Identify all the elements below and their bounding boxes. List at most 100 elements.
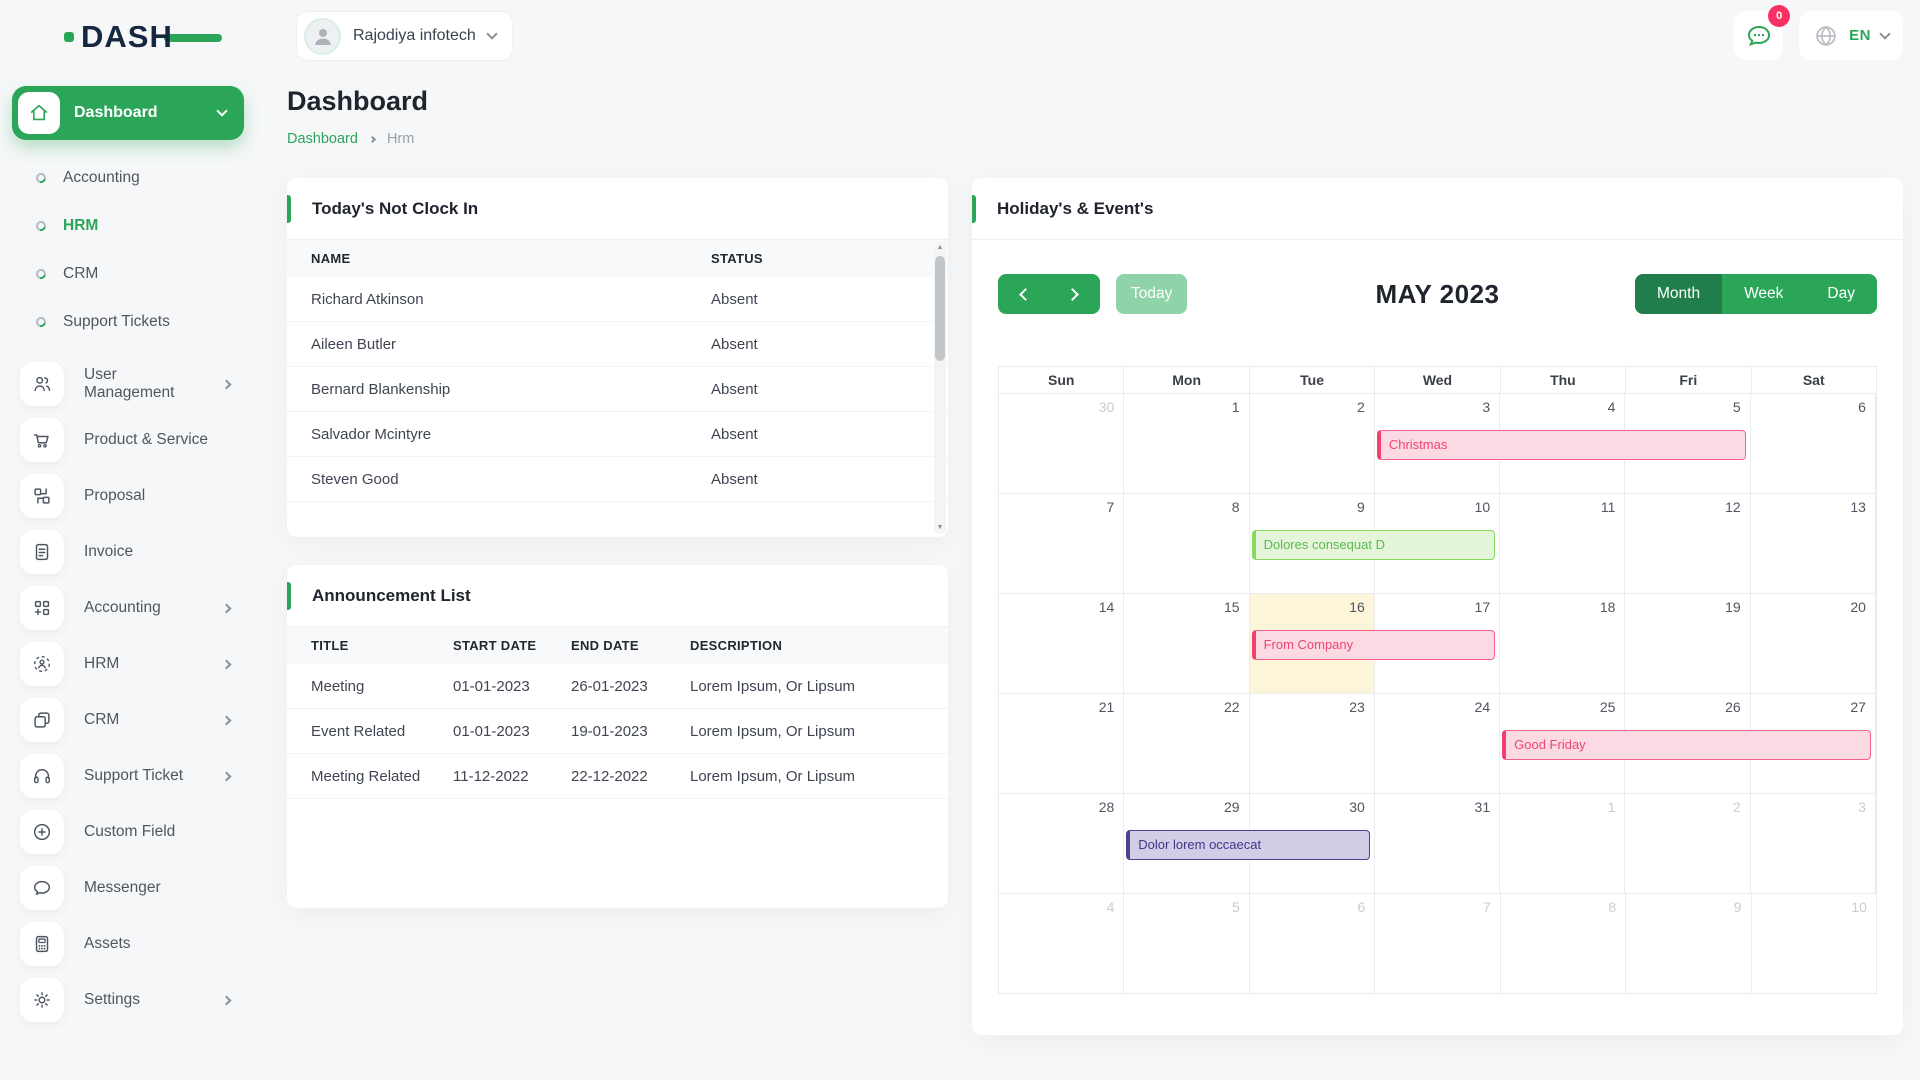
calendar-day-cell[interactable]: 6 — [1751, 394, 1876, 493]
table-row: Meeting Related11-12-202222-12-2022Lorem… — [287, 754, 948, 799]
sidebar-item-support-ticket[interactable]: Support Ticket — [12, 748, 244, 804]
calendar-day-cell[interactable]: 24 — [1375, 694, 1500, 793]
calendar-day-cell[interactable]: 7 — [1375, 894, 1500, 994]
table-row: Richard AtkinsonAbsent — [287, 277, 948, 322]
calendar-day-cell[interactable]: 1 — [1124, 394, 1249, 493]
calendar-day-cell[interactable]: 8 — [1501, 894, 1626, 994]
calendar-day-cell[interactable]: 9 — [1626, 894, 1751, 994]
calendar-event-dolores-consequat-d[interactable]: Dolores consequat D — [1252, 530, 1496, 560]
headset-icon — [20, 754, 64, 798]
app-logo[interactable]: DASH — [64, 17, 173, 57]
sidebar-subitem-accounting[interactable]: Accounting — [12, 154, 244, 202]
day-number: 1 — [1232, 399, 1240, 415]
day-number: 10 — [1851, 899, 1867, 915]
day-number: 14 — [1099, 599, 1115, 615]
calendar-day-cell[interactable]: 31 — [1375, 794, 1500, 893]
scrollbar[interactable]: ▲ ▼ — [934, 242, 946, 534]
calendar-day-cell[interactable]: 20 — [1751, 594, 1876, 693]
next-month-button[interactable] — [1049, 274, 1100, 314]
announcement-card: Announcement List TITLE START DATE END D… — [287, 565, 948, 908]
calendar-day-cell[interactable]: 12 — [1625, 494, 1750, 593]
messages-button[interactable]: 0 — [1734, 11, 1783, 60]
cell-end-date: 22-12-2022 — [571, 768, 690, 785]
day-number: 4 — [1608, 399, 1616, 415]
calendar-event-christmas[interactable]: Christmas — [1377, 430, 1746, 460]
calendar-nav-group — [998, 274, 1100, 314]
calendar-event-from-company[interactable]: From Company — [1252, 630, 1496, 660]
sidebar-item-crm[interactable]: CRM — [12, 692, 244, 748]
invoice-icon — [20, 530, 64, 574]
breadcrumb-dashboard-link[interactable]: Dashboard — [287, 131, 358, 147]
calendar-day-cell[interactable]: 4 — [999, 894, 1124, 994]
prev-month-button[interactable] — [998, 274, 1049, 314]
calendar-day-cell[interactable]: 1 — [1500, 794, 1625, 893]
accent-bar — [287, 195, 291, 223]
sidebar-item-user-management[interactable]: User Management — [12, 356, 244, 412]
calendar-day-cell[interactable]: 21 — [999, 694, 1124, 793]
calendar-day-cell[interactable]: 30 — [999, 394, 1124, 493]
scroll-down-arrow[interactable]: ▼ — [934, 522, 946, 534]
calendar-day-cell[interactable]: 7 — [999, 494, 1124, 593]
day-number: 2 — [1733, 799, 1741, 815]
calendar-day-cell[interactable]: 18 — [1500, 594, 1625, 693]
calendar-day-cell[interactable]: 19 — [1625, 594, 1750, 693]
view-week-button[interactable]: Week — [1722, 274, 1805, 314]
scrollbar-thumb[interactable] — [935, 256, 945, 361]
cell-status: Absent — [711, 336, 948, 353]
day-number: 7 — [1483, 899, 1491, 915]
card-header: Announcement List — [287, 565, 948, 627]
calendar-day-cell[interactable]: 3 — [1751, 794, 1876, 893]
sidebar-item-product-service[interactable]: Product & Service — [12, 412, 244, 468]
cell-description: Lorem Ipsum, Or Lipsum — [690, 678, 948, 695]
sidebar-subitem-hrm[interactable]: HRM — [12, 202, 244, 250]
cell-name: Richard Atkinson — [287, 291, 711, 308]
calendar-day-cell[interactable]: 14 — [999, 594, 1124, 693]
calendar-day-cell[interactable]: 15 — [1124, 594, 1249, 693]
cell-name: Aileen Butler — [287, 336, 711, 353]
calendar-day-cell[interactable]: 8 — [1124, 494, 1249, 593]
calendar-day-cell[interactable]: 13 — [1751, 494, 1876, 593]
sidebar-subitem-crm[interactable]: CRM — [12, 250, 244, 298]
calendar-day-cell[interactable]: 28 — [999, 794, 1124, 893]
view-month-button[interactable]: Month — [1635, 274, 1722, 314]
sidebar-subitem-support-tickets[interactable]: Support Tickets — [12, 298, 244, 346]
sidebar-item-invoice[interactable]: Invoice — [12, 524, 244, 580]
calendar-day-cell[interactable]: 2 — [1250, 394, 1375, 493]
calendar-day-cell[interactable]: 10 — [1752, 894, 1876, 994]
calendar-day-cell[interactable]: 6 — [1250, 894, 1375, 994]
chevron-down-icon — [216, 105, 227, 116]
announcement-body: Meeting01-01-202326-01-2023Lorem Ipsum, … — [287, 664, 948, 799]
sidebar-item-dashboard[interactable]: Dashboard — [12, 86, 244, 140]
day-number: 20 — [1850, 599, 1866, 615]
company-selector[interactable]: Rajodiya infotech — [296, 11, 513, 61]
language-selector[interactable]: EN — [1799, 11, 1903, 60]
sidebar-item-assets[interactable]: Assets — [12, 916, 244, 972]
calendar-event-good-friday[interactable]: Good Friday — [1502, 730, 1871, 760]
globe-icon — [1813, 23, 1839, 49]
calendar-day-cell[interactable]: 5 — [1124, 894, 1249, 994]
table-row: Bernard BlankenshipAbsent — [287, 367, 948, 412]
sidebar-item-settings[interactable]: Settings — [12, 972, 244, 1028]
scroll-up-arrow[interactable]: ▲ — [934, 242, 946, 254]
card-title: Holiday's & Event's — [972, 199, 1153, 219]
table-header: TITLE START DATE END DATE DESCRIPTION — [287, 627, 948, 664]
sidebar-item-messenger[interactable]: Messenger — [12, 860, 244, 916]
calendar-day-cell[interactable]: 2 — [1625, 794, 1750, 893]
sidebar-item-hrm[interactable]: HRM — [12, 636, 244, 692]
calendar-day-cell[interactable]: 23 — [1250, 694, 1375, 793]
sidebar-subitem-label: HRM — [63, 217, 98, 235]
sidebar-item-label: CRM — [84, 711, 203, 729]
sidebar-item-accounting[interactable]: Accounting — [12, 580, 244, 636]
chevron-right-icon — [222, 603, 232, 613]
sidebar-item-proposal[interactable]: Proposal — [12, 468, 244, 524]
today-button[interactable]: Today — [1116, 274, 1187, 314]
calendar-day-cell[interactable]: 22 — [1124, 694, 1249, 793]
chevron-down-icon — [1879, 28, 1890, 39]
day-number: 8 — [1608, 899, 1616, 915]
chat-icon — [20, 866, 64, 910]
calendar-event-dolor-lorem-occaecat[interactable]: Dolor lorem occaecat — [1126, 830, 1370, 860]
chevron-right-icon — [222, 771, 232, 781]
view-day-button[interactable]: Day — [1805, 274, 1877, 314]
calendar-day-cell[interactable]: 11 — [1500, 494, 1625, 593]
sidebar-item-custom-field[interactable]: Custom Field — [12, 804, 244, 860]
